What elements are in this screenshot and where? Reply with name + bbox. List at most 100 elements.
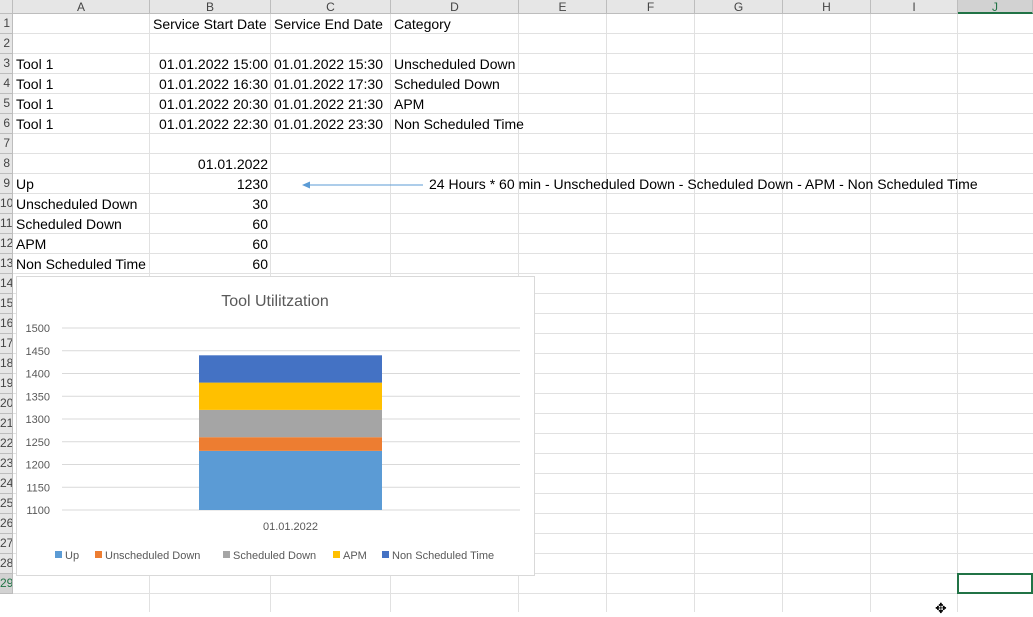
column-gridline — [694, 14, 695, 612]
cell-a13[interactable]: Non Scheduled Time — [13, 254, 153, 274]
tool-utilization-chart[interactable]: Tool Utilitzation 1100 1150 1200 1250 1300 135… — [16, 276, 535, 576]
row-header-15[interactable]: 15 — [0, 294, 13, 314]
cell-d6[interactable]: Non Scheduled Time — [391, 114, 541, 134]
column-header-g[interactable]: G — [695, 0, 783, 14]
legend-swatch-apm — [333, 551, 340, 558]
annotation-text[interactable]: 24 Hours * 60 min - Unscheduled Down - S… — [426, 174, 1026, 194]
cell-c5[interactable]: 01.01.2022 21:30 — [271, 94, 391, 114]
row-header-2[interactable]: 2 — [0, 34, 13, 54]
row-header-3[interactable]: 3 — [0, 54, 13, 74]
legend-swatch-up — [55, 551, 62, 558]
y-tick-label: 1250 — [26, 437, 50, 449]
row-header-1[interactable]: 1 — [0, 14, 13, 34]
cell-a3[interactable]: Tool 1 — [13, 54, 150, 74]
y-tick-label: 1100 — [26, 505, 50, 517]
cell-b1[interactable]: Service Start Date — [150, 14, 271, 34]
bar-segment-unscheduled-down — [199, 437, 382, 451]
cell-d5[interactable]: APM — [391, 94, 531, 114]
arrow-head — [302, 181, 310, 189]
selected-cell-j29[interactable] — [957, 573, 1033, 594]
column-gridline — [782, 14, 783, 612]
cell-b11[interactable]: 60 — [150, 214, 271, 234]
cell-d4[interactable]: Scheduled Down — [391, 74, 531, 94]
column-header-e[interactable]: E — [519, 0, 607, 14]
cell-b13[interactable]: 60 — [150, 254, 271, 274]
row-header-28[interactable]: 28 — [0, 554, 13, 574]
column-header-b[interactable]: B — [150, 0, 271, 14]
cell-b10[interactable]: 30 — [150, 194, 271, 214]
row-header-8[interactable]: 8 — [0, 154, 13, 174]
row-header-22[interactable]: 22 — [0, 434, 13, 454]
row-header-12[interactable]: 12 — [0, 234, 13, 254]
column-header-a[interactable]: A — [13, 0, 150, 14]
column-header-c[interactable]: C — [271, 0, 391, 14]
row-header-16[interactable]: 16 — [0, 314, 13, 334]
cell-a9[interactable]: Up — [13, 174, 150, 194]
row-header-6[interactable]: 6 — [0, 114, 13, 134]
bar-segment-non-scheduled-time — [199, 355, 382, 383]
row-header-14[interactable]: 14 — [0, 274, 13, 294]
column-header-j[interactable]: J — [958, 0, 1033, 14]
cell-a5[interactable]: Tool 1 — [13, 94, 150, 114]
chart-title: Tool Utilitzation — [221, 293, 329, 310]
row-header-19[interactable]: 19 — [0, 374, 13, 394]
cell-d3[interactable]: Unscheduled Down — [391, 54, 531, 74]
row-header-27[interactable]: 27 — [0, 534, 13, 554]
move-cursor-icon: ✥ — [935, 600, 947, 616]
bar-segment-scheduled-down — [199, 409, 382, 438]
cell-b5[interactable]: 01.01.2022 20:30 — [150, 94, 271, 114]
row-header-24[interactable]: 24 — [0, 474, 13, 494]
row-header-7[interactable]: 7 — [0, 134, 13, 154]
column-header-f[interactable]: F — [607, 0, 695, 14]
column-header-d[interactable]: D — [391, 0, 519, 14]
row-header-4[interactable]: 4 — [0, 74, 13, 94]
chart-canvas: Tool Utilitzation 1100 1150 1200 1250 1300 135… — [26, 293, 520, 562]
cell-a11[interactable]: Scheduled Down — [13, 214, 150, 234]
spreadsheet-grid[interactable]: A B C D E F G H I J 1 2 3 4 5 6 7 8 9 10 11 12 13 14 1… — [0, 0, 1033, 616]
cell-b12[interactable]: 60 — [150, 234, 271, 254]
row-header-21[interactable]: 21 — [0, 414, 13, 434]
cell-b8[interactable]: 01.01.2022 — [150, 154, 271, 174]
cell-d1[interactable]: Category — [391, 14, 519, 34]
row-header-26[interactable]: 26 — [0, 514, 13, 534]
cell-b3[interactable]: 01.01.2022 15:00 — [150, 54, 271, 74]
cell-a6[interactable]: Tool 1 — [13, 114, 150, 134]
row-header-29[interactable]: 29 — [0, 574, 13, 594]
cell-c3[interactable]: 01.01.2022 15:30 — [271, 54, 391, 74]
row-header-25[interactable]: 25 — [0, 494, 13, 514]
select-all-corner[interactable] — [0, 0, 13, 14]
bar-segment-apm — [199, 382, 382, 410]
column-gridline — [870, 14, 871, 612]
column-gridline — [606, 14, 607, 612]
y-tick-label: 1450 — [26, 346, 50, 358]
row-gridline — [13, 593, 1033, 594]
y-tick-label: 1500 — [26, 323, 50, 335]
legend-label-non-scheduled-time: Non Scheduled Time — [392, 550, 494, 562]
row-header-13[interactable]: 13 — [0, 254, 13, 274]
cell-c6[interactable]: 01.01.2022 23:30 — [271, 114, 391, 134]
row-header-18[interactable]: 18 — [0, 354, 13, 374]
legend-label-up: Up — [65, 550, 79, 562]
cell-b4[interactable]: 01.01.2022 16:30 — [150, 74, 271, 94]
cell-b9[interactable]: 1230 — [150, 174, 271, 194]
row-header-9[interactable]: 9 — [0, 174, 13, 194]
column-header-h[interactable]: H — [783, 0, 871, 14]
cell-a4[interactable]: Tool 1 — [13, 74, 150, 94]
cell-a10[interactable]: Unscheduled Down — [13, 194, 150, 214]
cell-a12[interactable]: APM — [13, 234, 150, 254]
row-header-11[interactable]: 11 — [0, 214, 13, 234]
legend-label-unscheduled-down: Unscheduled Down — [105, 550, 200, 562]
row-header-5[interactable]: 5 — [0, 94, 13, 114]
cell-c4[interactable]: 01.01.2022 17:30 — [271, 74, 391, 94]
row-header-10[interactable]: 10 — [0, 194, 13, 214]
bar-segment-up — [199, 450, 382, 510]
legend-label-scheduled-down: Scheduled Down — [233, 550, 316, 562]
cell-b6[interactable]: 01.01.2022 22:30 — [150, 114, 271, 134]
annotation-arrow[interactable] — [300, 178, 425, 192]
row-header-23[interactable]: 23 — [0, 454, 13, 474]
row-header-17[interactable]: 17 — [0, 334, 13, 354]
column-header-i[interactable]: I — [871, 0, 958, 14]
cell-c1[interactable]: Service End Date — [271, 14, 391, 34]
y-tick-label: 1300 — [26, 414, 50, 426]
row-header-20[interactable]: 20 — [0, 394, 13, 414]
